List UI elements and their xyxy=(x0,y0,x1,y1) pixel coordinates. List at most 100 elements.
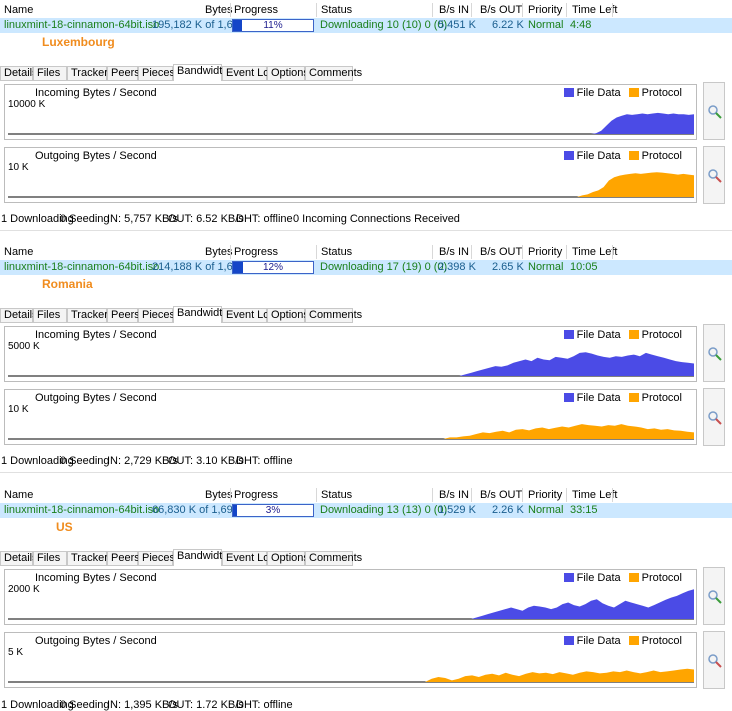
incoming-graph: Incoming Bytes / Second 5000 K File Data Pr… xyxy=(4,326,697,382)
tab-trackers[interactable]: Trackers xyxy=(67,66,113,81)
col-priority[interactable]: Priority xyxy=(528,246,562,258)
legend-swatch-file-data xyxy=(563,636,574,645)
tab-peers[interactable]: Peers xyxy=(107,308,140,323)
col-status[interactable]: Status xyxy=(321,246,352,258)
column-separator[interactable] xyxy=(230,488,231,502)
tab-bandwidth[interactable]: Bandwidth xyxy=(173,549,228,566)
torrent-bs-in: 2,398 K xyxy=(438,261,476,273)
col-priority[interactable]: Priority xyxy=(528,489,562,501)
column-separator[interactable] xyxy=(471,245,472,259)
col-bs-in[interactable]: B/s IN xyxy=(439,246,469,258)
legend-swatch-file-data xyxy=(563,330,574,339)
torrent-status: Downloading 13 (13) 0 (0) xyxy=(320,504,448,516)
outgoing-zoom-button[interactable] xyxy=(703,146,725,204)
col-bs-out[interactable]: B/s OUT xyxy=(480,246,522,258)
torrent-row[interactable]: linuxmint-18-cinnamon-64bit.iso 66,830 K … xyxy=(0,503,732,518)
col-bs-out[interactable]: B/s OUT xyxy=(480,489,522,501)
outgoing-area-series xyxy=(8,424,694,439)
tab-peers[interactable]: Peers xyxy=(107,551,140,566)
torrent-status: Downloading 17 (19) 0 (0) xyxy=(320,261,448,273)
column-separator[interactable] xyxy=(316,245,317,259)
column-separator[interactable] xyxy=(316,488,317,502)
tab-details[interactable]: Details xyxy=(0,551,38,566)
incoming-graph-title: Incoming Bytes / Second xyxy=(35,329,157,341)
tab-pieces[interactable]: Pieces xyxy=(138,308,175,323)
col-bs-out[interactable]: B/s OUT xyxy=(480,4,522,16)
column-separator[interactable] xyxy=(566,488,567,502)
incoming-graph: Incoming Bytes / Second 2000 K File Data Pr… xyxy=(4,569,697,625)
col-time-left[interactable]: Time Left xyxy=(572,489,617,501)
column-separator[interactable] xyxy=(566,3,567,17)
column-separator[interactable] xyxy=(612,488,613,502)
col-time-left[interactable]: Time Left xyxy=(572,246,617,258)
tab-event-log[interactable]: Event Log xyxy=(222,551,276,566)
col-bs-in[interactable]: B/s IN xyxy=(439,4,469,16)
tab-options[interactable]: Options xyxy=(267,551,309,566)
col-status[interactable]: Status xyxy=(321,489,352,501)
legend-label: Protocol xyxy=(641,329,682,341)
torrent-panel-1: Name Bytes Progress Status B/s IN B/s OUT Prio… xyxy=(0,242,732,467)
col-progress[interactable]: Progress xyxy=(234,4,278,16)
tab-details[interactable]: Details xyxy=(0,66,38,81)
col-status[interactable]: Status xyxy=(321,4,352,16)
torrent-row[interactable]: linuxmint-18-cinnamon-64bit.iso 214,188 K… xyxy=(0,260,732,275)
tab-trackers[interactable]: Trackers xyxy=(67,308,113,323)
tab-files[interactable]: Files xyxy=(33,66,67,81)
column-separator[interactable] xyxy=(612,245,613,259)
incoming-zoom-button[interactable] xyxy=(703,567,725,625)
torrent-row[interactable]: linuxmint-18-cinnamon-64bit.iso 195,182 K… xyxy=(0,18,732,33)
tab-options[interactable]: Options xyxy=(267,308,309,323)
column-separator[interactable] xyxy=(566,245,567,259)
legend-swatch-file-data xyxy=(563,151,574,160)
column-separator[interactable] xyxy=(612,3,613,17)
column-header: Name Bytes Progress Status B/s IN B/s OUT Prio… xyxy=(0,487,732,503)
tab-trackers[interactable]: Trackers xyxy=(67,551,113,566)
column-separator[interactable] xyxy=(522,488,523,502)
column-separator[interactable] xyxy=(230,3,231,17)
incoming-zoom-button[interactable] xyxy=(703,82,725,140)
tab-peers[interactable]: Peers xyxy=(107,66,140,81)
tab-options[interactable]: Options xyxy=(267,66,309,81)
col-priority[interactable]: Priority xyxy=(528,4,562,16)
col-bytes[interactable]: Bytes xyxy=(205,489,233,501)
outgoing-zoom-button[interactable] xyxy=(703,631,725,689)
col-time-left[interactable]: Time Left xyxy=(572,4,617,16)
incoming-zoom-button[interactable] xyxy=(703,324,725,382)
col-bytes[interactable]: Bytes xyxy=(205,4,233,16)
outgoing-zoom-button[interactable] xyxy=(703,388,725,446)
legend-swatch-file-data xyxy=(563,393,574,402)
tab-details[interactable]: Details xyxy=(0,308,38,323)
tab-event-log[interactable]: Event Log xyxy=(222,66,276,81)
outgoing-graph-scale: 5 K xyxy=(8,647,24,658)
tab-bandwidth[interactable]: Bandwidth xyxy=(173,64,228,81)
col-name[interactable]: Name xyxy=(4,246,33,258)
column-separator[interactable] xyxy=(522,245,523,259)
column-separator[interactable] xyxy=(432,3,433,17)
tab-pieces[interactable]: Pieces xyxy=(138,551,175,566)
graph-legend: File Data Protocol xyxy=(556,392,682,404)
tab-bandwidth[interactable]: Bandwidth xyxy=(173,306,228,323)
tab-files[interactable]: Files xyxy=(33,308,67,323)
column-separator[interactable] xyxy=(522,3,523,17)
column-separator[interactable] xyxy=(432,245,433,259)
tab-pieces[interactable]: Pieces xyxy=(138,66,175,81)
column-separator[interactable] xyxy=(316,3,317,17)
incoming-area-series xyxy=(8,352,694,376)
column-separator[interactable] xyxy=(432,488,433,502)
col-progress[interactable]: Progress xyxy=(234,489,278,501)
column-separator[interactable] xyxy=(471,488,472,502)
col-name[interactable]: Name xyxy=(4,4,33,16)
tab-comments[interactable]: Comments xyxy=(305,308,362,323)
col-bs-in[interactable]: B/s IN xyxy=(439,489,469,501)
col-bytes[interactable]: Bytes xyxy=(205,246,233,258)
torrent-name: linuxmint-18-cinnamon-64bit.iso xyxy=(4,261,160,273)
tab-comments[interactable]: Comments xyxy=(305,551,362,566)
tab-event-log[interactable]: Event Log xyxy=(222,308,276,323)
column-separator[interactable] xyxy=(471,3,472,17)
tab-comments[interactable]: Comments xyxy=(305,66,362,81)
torrent-bs-out: 2.65 K xyxy=(492,261,524,273)
tab-files[interactable]: Files xyxy=(33,551,67,566)
column-separator[interactable] xyxy=(230,245,231,259)
col-progress[interactable]: Progress xyxy=(234,246,278,258)
col-name[interactable]: Name xyxy=(4,489,33,501)
